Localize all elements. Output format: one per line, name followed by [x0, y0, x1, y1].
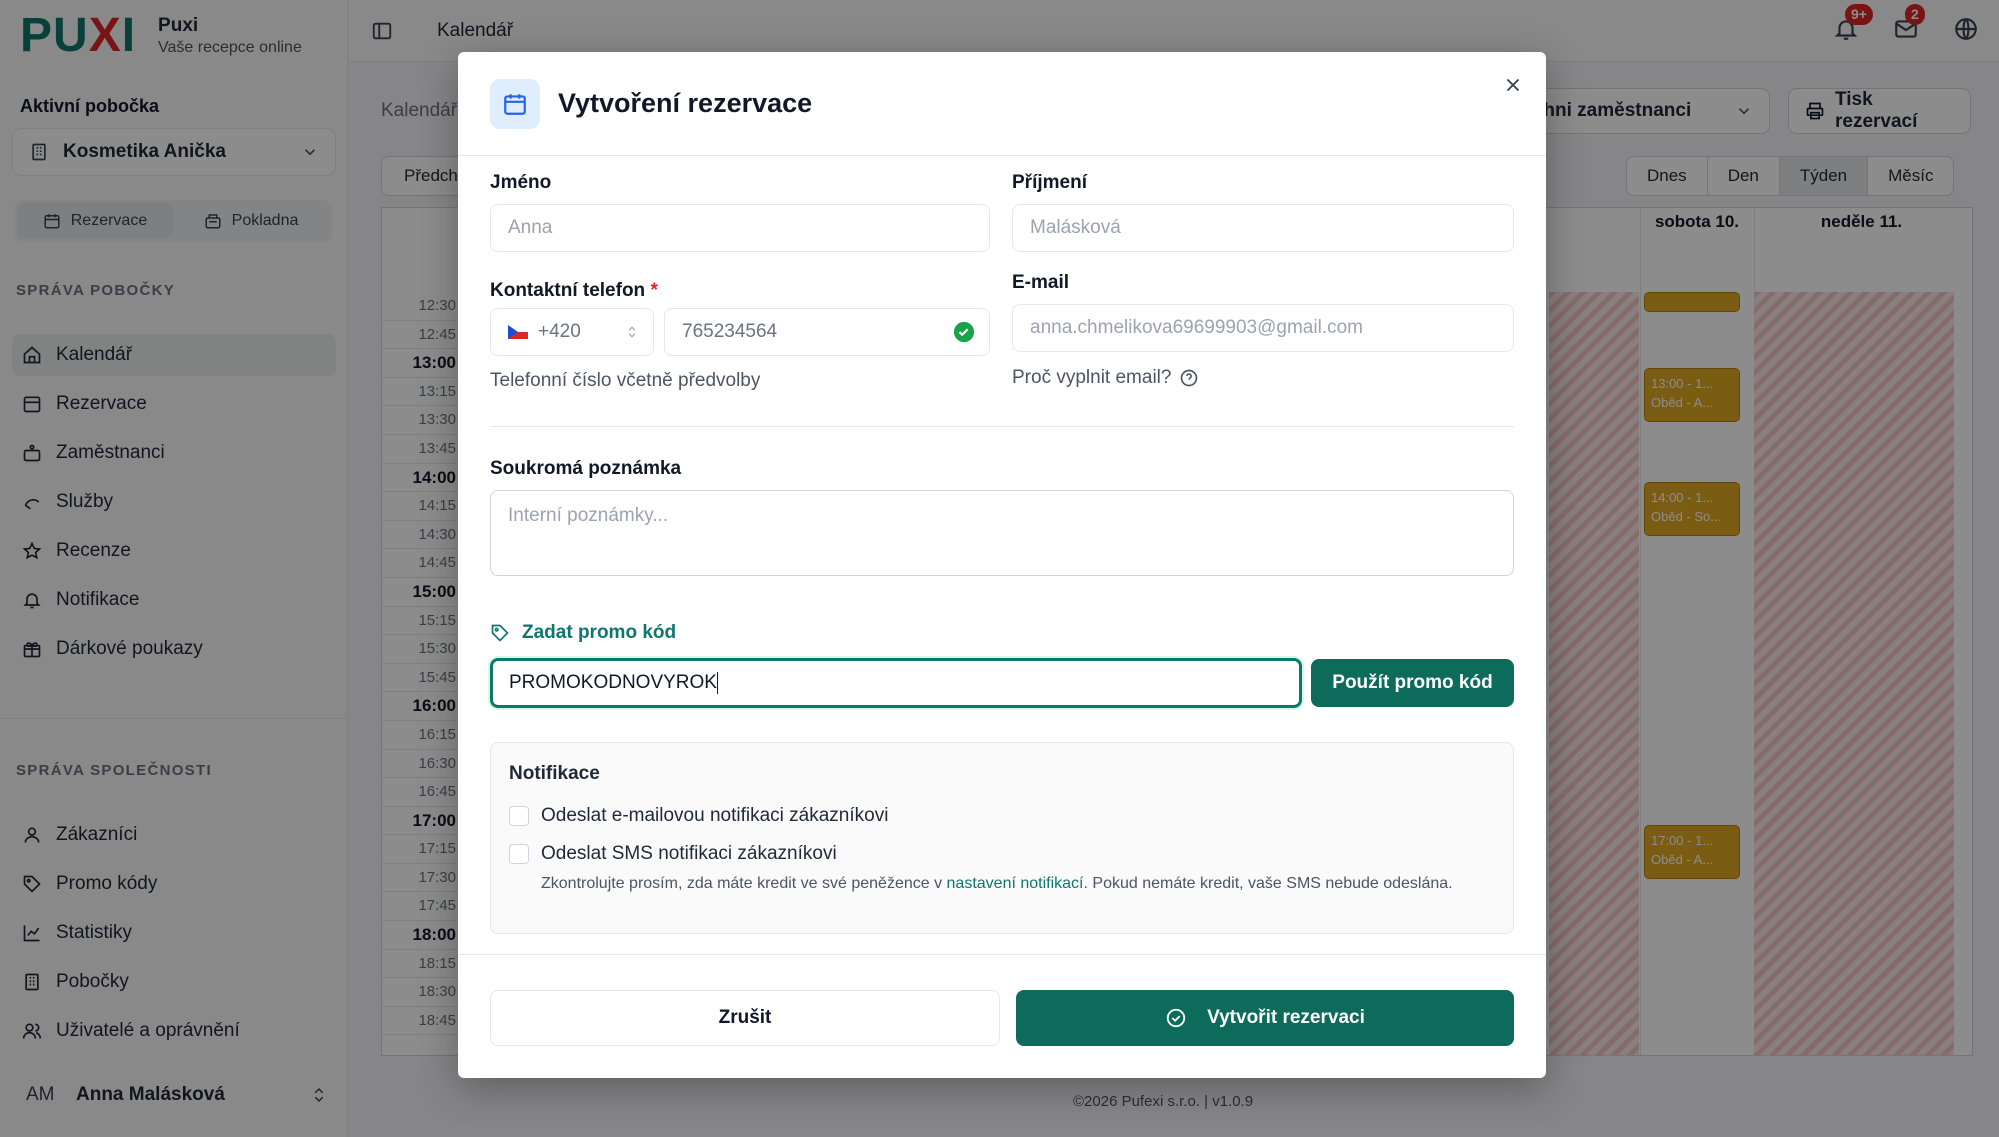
first-name-label: Jméno [490, 172, 552, 193]
promo-code-input[interactable]: PROMOKODNOVYROK [490, 658, 1302, 708]
calendar-icon [490, 78, 540, 129]
last-name-label: Příjmení [1012, 172, 1087, 193]
check-circle-icon [1165, 1007, 1187, 1029]
help-icon [1179, 368, 1199, 388]
checkbox[interactable] [509, 806, 529, 826]
email-label: E-mail [1012, 272, 1070, 293]
phone-label: Kontaktní telefon * [490, 280, 658, 301]
last-name-input[interactable]: Malásková [1012, 204, 1514, 252]
chevron-updown-icon [625, 325, 639, 339]
close-icon[interactable] [1502, 74, 1524, 96]
notification-settings-link[interactable]: nastavení notifikací [947, 875, 1084, 892]
cancel-button[interactable]: Zrušit [490, 990, 1000, 1046]
check-circle-icon [953, 321, 975, 343]
phone-input[interactable]: 765234564 [664, 308, 990, 356]
phone-prefix-select[interactable]: +420 [490, 308, 654, 356]
notification-title: Notifikace [509, 763, 600, 784]
create-reservation-button[interactable]: Vytvořit rezervaci [1016, 990, 1514, 1046]
apply-promo-button[interactable]: Použít promo kód [1311, 659, 1514, 707]
create-reservation-modal: Vytvoření rezervace Jméno Anna Příjmení … [458, 52, 1546, 1078]
promo-code-toggle[interactable]: Zadat promo kód [490, 622, 676, 644]
sms-notification-checkbox[interactable]: Odeslat SMS notifikaci zákazníkovi [509, 843, 837, 865]
tag-icon [490, 623, 510, 643]
email-input[interactable]: anna.chmelikova69699903@gmail.com [1012, 304, 1514, 352]
phone-hint: Telefonní číslo včetně předvolby [490, 370, 761, 391]
note-textarea[interactable]: Interní poznámky... [490, 490, 1514, 576]
flag-cz-icon [508, 325, 528, 339]
email-notification-checkbox[interactable]: Odeslat e-mailovou notifikaci zákazníkov… [509, 805, 888, 827]
sms-credit-note: Zkontrolujte prosím, zda máte kredit ve … [541, 875, 1453, 892]
note-label: Soukromá poznámka [490, 458, 682, 479]
modal-title: Vytvoření rezervace [558, 88, 813, 118]
first-name-input[interactable]: Anna [490, 204, 990, 252]
email-why[interactable]: Proč vyplnit email? [1012, 367, 1199, 389]
checkbox[interactable] [509, 844, 529, 864]
notification-panel: Notifikace Odeslat e-mailovou notifikaci… [490, 742, 1514, 934]
